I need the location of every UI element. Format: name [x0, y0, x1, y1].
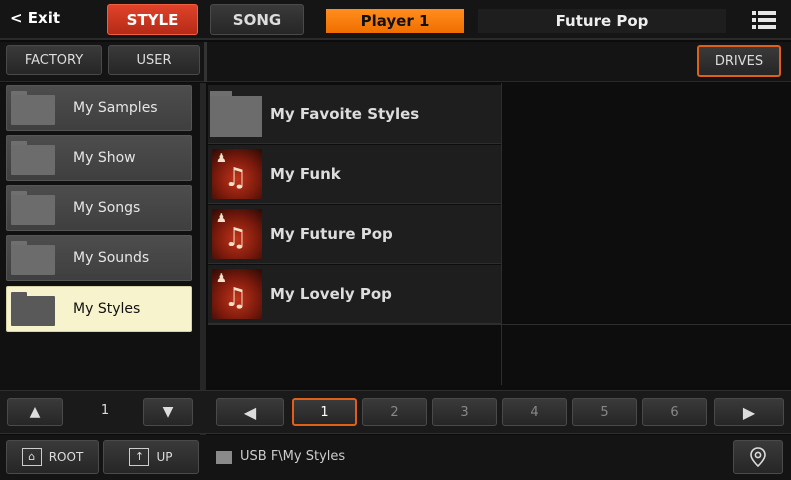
- style-icon: ♟ ♫: [212, 269, 262, 319]
- exit-button[interactable]: < Exit: [10, 9, 60, 27]
- folder-icon: [11, 91, 55, 125]
- scroll-down-button[interactable]: ▼: [143, 398, 193, 426]
- list-item-label: My Funk: [270, 165, 341, 183]
- location-button[interactable]: [733, 440, 783, 474]
- home-icon: ⌂: [21, 448, 42, 466]
- page-label: 4: [530, 404, 539, 420]
- page-button-6[interactable]: 6: [642, 398, 707, 426]
- folder-icon: [11, 191, 55, 225]
- page-button-3[interactable]: 3: [432, 398, 497, 426]
- folder-page-indicator: 1: [100, 403, 110, 418]
- folder-label: My Songs: [73, 200, 141, 216]
- page-label: 1: [320, 404, 329, 420]
- next-page-button[interactable]: ▶: [714, 398, 784, 426]
- page-button-2[interactable]: 2: [362, 398, 427, 426]
- drives-label: DRIVES: [714, 53, 764, 69]
- drives-button[interactable]: DRIVES: [697, 45, 781, 77]
- song-mode-button[interactable]: SONG: [210, 4, 304, 35]
- folder-item-my-sounds[interactable]: My Sounds: [6, 235, 192, 281]
- list-item-my-funk[interactable]: ♟ ♫ My Funk: [208, 145, 501, 204]
- list-item-my-favoite-styles[interactable]: My Favoite Styles: [208, 85, 501, 144]
- folder-icon: [11, 292, 55, 326]
- page-button-5[interactable]: 5: [572, 398, 637, 426]
- root-button[interactable]: ⌂ ROOT: [6, 440, 99, 474]
- folder-item-my-samples[interactable]: My Samples: [6, 85, 192, 131]
- folder-label: My Sounds: [73, 250, 150, 266]
- folder-label: My Show: [73, 150, 136, 166]
- tab-user[interactable]: USER: [108, 45, 200, 75]
- menu-icon[interactable]: [752, 9, 776, 31]
- page-button-1[interactable]: 1: [292, 398, 357, 426]
- root-label: ROOT: [48, 450, 84, 464]
- up-label: UP: [156, 450, 173, 464]
- folder-item-my-show[interactable]: My Show: [6, 135, 192, 181]
- tab-factory[interactable]: FACTORY: [6, 45, 102, 75]
- player-selector[interactable]: Player 1: [326, 9, 464, 33]
- current-style-name[interactable]: Future Pop: [478, 9, 726, 33]
- triangle-down-icon: ▼: [162, 404, 174, 420]
- style-icon: ♟ ♫: [212, 149, 262, 199]
- list-item-label: My Favoite Styles: [270, 105, 420, 123]
- list-row-divider: [208, 324, 791, 325]
- arrow-up-icon: ↑: [129, 448, 150, 466]
- page-label: 3: [460, 404, 469, 420]
- style-icon: ♟ ♫: [212, 209, 262, 259]
- folder-icon: [11, 241, 55, 275]
- page-label: 2: [390, 404, 399, 420]
- up-button[interactable]: ↑ UP: [103, 440, 199, 474]
- triangle-left-icon: ◀: [243, 402, 257, 422]
- current-path: USB F\My Styles: [240, 449, 346, 464]
- path-folder-icon: [216, 451, 232, 464]
- folder-item-my-styles[interactable]: My Styles: [6, 286, 192, 332]
- page-label: 5: [600, 404, 609, 420]
- page-label: 6: [670, 404, 679, 420]
- prev-page-button[interactable]: ◀: [216, 398, 284, 426]
- folder-icon: [11, 141, 55, 175]
- top-bar: < Exit STYLE SONG Player 1 Future Pop: [0, 0, 791, 40]
- location-pin-icon: [750, 447, 766, 467]
- triangle-up-icon: ▲: [29, 404, 41, 420]
- scroll-up-button[interactable]: ▲: [7, 398, 63, 426]
- page-button-4[interactable]: 4: [502, 398, 567, 426]
- list-item-my-lovely-pop[interactable]: ♟ ♫ My Lovely Pop: [208, 265, 501, 324]
- style-mode-button[interactable]: STYLE: [107, 4, 198, 35]
- list-item-label: My Lovely Pop: [270, 285, 392, 303]
- folder-label: My Samples: [73, 100, 158, 116]
- tabs-divider: [204, 42, 207, 82]
- folder-label: My Styles: [73, 301, 141, 317]
- list-item-label: My Future Pop: [270, 225, 393, 243]
- folder-item-my-songs[interactable]: My Songs: [6, 185, 192, 231]
- source-tabs-bar: FACTORY USER DRIVES: [0, 42, 791, 82]
- triangle-right-icon: ▶: [742, 402, 756, 422]
- folder-icon: [210, 91, 262, 137]
- list-item-my-future-pop[interactable]: ♟ ♫ My Future Pop: [208, 205, 501, 264]
- list-column-divider: [501, 83, 502, 385]
